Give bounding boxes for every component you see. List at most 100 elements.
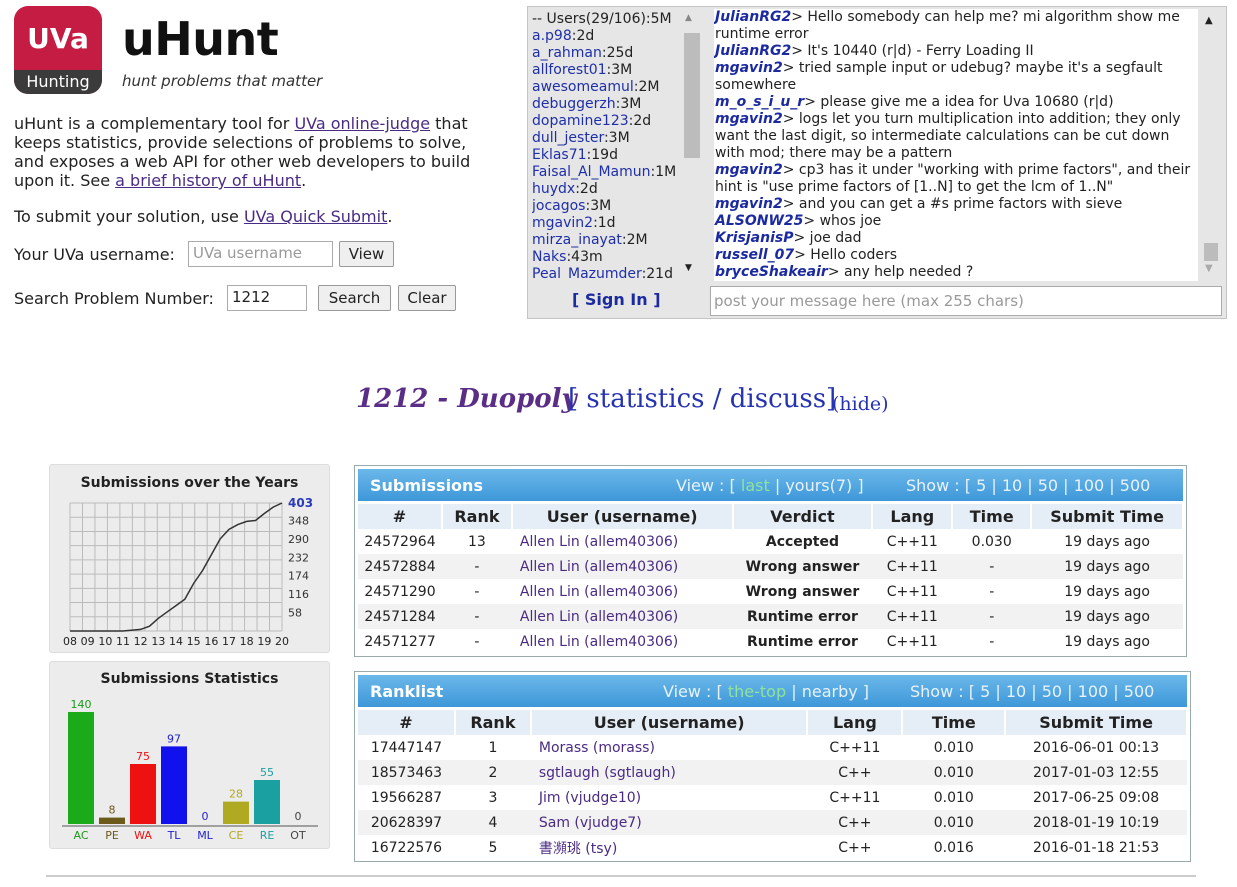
user-item[interactable]: dull_jester:3M xyxy=(532,130,702,147)
message-author[interactable]: JulianRG2 xyxy=(715,9,791,25)
user-name[interactable]: a.p98 xyxy=(532,28,572,44)
user-link[interactable]: Sam (vjudge7) xyxy=(530,810,808,835)
user-link[interactable]: Allen Lin (allem40306) xyxy=(512,629,733,654)
user-name[interactable]: Eklas71 xyxy=(532,147,587,163)
column-header[interactable]: Rank xyxy=(441,504,513,529)
chat-users-list[interactable]: -- Users(29/106):5M a.p98:2d a_rahman:25d… xyxy=(532,11,702,279)
user-link[interactable]: Allen Lin (allem40306) xyxy=(511,604,733,629)
user-name[interactable]: debuggerzh xyxy=(532,96,616,112)
search-button[interactable]: Search xyxy=(318,285,391,311)
column-header[interactable]: Lang xyxy=(872,504,954,529)
user-item[interactable]: Peal_Mazumder:21d xyxy=(532,266,702,279)
column-header[interactable]: # xyxy=(358,504,443,529)
clear-button[interactable]: Clear xyxy=(398,285,456,311)
user-item[interactable]: dopamine123:2d xyxy=(532,113,702,130)
user-item[interactable]: debuggerzh:3M xyxy=(532,96,702,113)
user-item[interactable]: mgavin2:1d xyxy=(532,215,702,232)
problem-search-input[interactable]: 1212 xyxy=(227,285,307,311)
hide-link[interactable]: (hide) xyxy=(832,393,889,415)
show-option-100[interactable]: 100 xyxy=(1078,682,1109,701)
msg-scroll-up-icon[interactable]: ▲ xyxy=(1205,15,1213,26)
user-name[interactable]: huydx xyxy=(532,181,575,197)
column-header[interactable]: Time xyxy=(952,504,1033,529)
view-top-link[interactable]: the-top xyxy=(728,682,786,701)
user-link[interactable]: Morass (morass) xyxy=(531,735,808,760)
show-option-500[interactable]: 500 xyxy=(1120,476,1151,495)
show-option-100[interactable]: 100 xyxy=(1074,476,1105,495)
user-link[interactable]: Allen Lin (allem40306) xyxy=(512,579,733,604)
user-name[interactable]: a_rahman xyxy=(532,45,602,61)
scroll-up-icon[interactable]: ▲ xyxy=(685,13,692,23)
column-header[interactable]: User (username) xyxy=(511,504,734,529)
user-item[interactable]: Faisal_Al_Mamun:1M xyxy=(532,164,702,181)
column-header[interactable]: Submit Time xyxy=(1031,504,1184,529)
user-link[interactable]: sgtlaugh (sgtlaugh) xyxy=(530,760,808,785)
show-option-50[interactable]: 50 xyxy=(1042,682,1062,701)
user-name[interactable]: dull_jester xyxy=(532,130,604,146)
column-header[interactable]: Rank xyxy=(454,710,532,735)
view-button[interactable]: View xyxy=(339,241,394,267)
user-name[interactable]: mirza_inayat xyxy=(532,232,622,248)
uva-online-judge-link[interactable]: UVa online-judge xyxy=(294,114,430,133)
column-header[interactable]: Verdict xyxy=(732,504,874,529)
user-item[interactable]: Eklas71:19d xyxy=(532,147,702,164)
user-item[interactable]: a_rahman:25d xyxy=(532,45,702,62)
view-yours-link[interactable]: yours(7) xyxy=(785,476,852,495)
user-link[interactable]: Allen Lin (allem40306) xyxy=(512,529,733,554)
message-author[interactable]: ALSONW25 xyxy=(715,213,803,229)
view-last-link[interactable]: last xyxy=(741,476,770,495)
message-author[interactable]: mgavin2 xyxy=(715,111,783,127)
user-link[interactable]: Jim (vjudge10) xyxy=(531,785,808,810)
column-header[interactable]: User (username) xyxy=(530,710,809,735)
column-header[interactable]: Lang xyxy=(807,710,904,735)
message-author[interactable]: KrisjanisP xyxy=(715,230,794,246)
user-item[interactable]: mirza_inayat:2M xyxy=(532,232,702,249)
user-name[interactable]: awesomeamul xyxy=(532,79,634,95)
history-link[interactable]: a brief history of uHunt xyxy=(115,171,301,190)
user-item[interactable]: Naks:43m xyxy=(532,249,702,266)
show-option-50[interactable]: 50 xyxy=(1038,476,1058,495)
message-author[interactable]: m_o_s_i_u_r xyxy=(715,94,804,110)
user-link[interactable]: Allen Lin (allem40306) xyxy=(511,554,733,579)
column-header[interactable]: Time xyxy=(902,710,1007,735)
sign-in-link[interactable]: [ Sign In ] xyxy=(572,290,661,309)
users-scrollbar[interactable]: ▲ ▼ xyxy=(684,13,700,273)
message-author[interactable]: JulianRG2 xyxy=(715,43,791,59)
quick-submit-link[interactable]: UVa Quick Submit xyxy=(244,207,387,226)
message-author[interactable]: mgavin2 xyxy=(715,60,783,76)
message-author[interactable]: russell_07 xyxy=(715,247,794,263)
show-option-10[interactable]: 10 xyxy=(1006,682,1026,701)
msg-scroll-thumb[interactable] xyxy=(1204,243,1218,261)
user-item[interactable]: jocagos:3M xyxy=(532,198,702,215)
messages-scrollbar[interactable]: ▲ ▼ xyxy=(1202,11,1218,279)
user-name[interactable]: Naks xyxy=(532,249,566,265)
message-author[interactable]: mgavin2 xyxy=(715,196,783,212)
user-name[interactable]: jocagos xyxy=(532,198,585,214)
user-name[interactable]: dopamine123 xyxy=(532,113,629,129)
uva-hunting-logo[interactable]: UVa Hunting xyxy=(14,6,102,94)
show-option-5[interactable]: 5 xyxy=(980,682,990,701)
message-author[interactable]: mgavin2 xyxy=(715,162,783,178)
user-name[interactable]: Peal_Mazumder xyxy=(532,266,642,279)
show-option-5[interactable]: 5 xyxy=(976,476,986,495)
statistics-discuss-link[interactable]: [ statistics / discuss] xyxy=(568,384,836,414)
view-nearby-link[interactable]: nearby xyxy=(802,682,858,701)
column-header[interactable]: # xyxy=(358,710,456,735)
users-scroll-thumb[interactable] xyxy=(684,33,700,158)
user-item[interactable]: huydx:2d xyxy=(532,181,702,198)
username-input[interactable]: UVa username xyxy=(188,241,333,267)
column-header[interactable]: Submit Time xyxy=(1005,710,1188,735)
user-name[interactable]: allforest01 xyxy=(532,62,607,78)
message-author[interactable]: bryceShakeair xyxy=(715,264,828,280)
user-link[interactable]: 書瀕珧 (tsy) xyxy=(531,835,808,860)
user-item[interactable]: awesomeamul:2M xyxy=(532,79,702,96)
show-option-500[interactable]: 500 xyxy=(1124,682,1155,701)
user-item[interactable]: a.p98:2d xyxy=(532,28,702,45)
user-name[interactable]: mgavin2 xyxy=(532,215,593,231)
user-item[interactable]: allforest01:3M xyxy=(532,62,702,79)
user-name[interactable]: Faisal_Al_Mamun xyxy=(532,164,651,180)
chat-message-input[interactable]: post your message here (max 255 chars) xyxy=(710,286,1222,316)
show-option-10[interactable]: 10 xyxy=(1002,476,1022,495)
scroll-down-icon[interactable]: ▼ xyxy=(685,263,692,273)
msg-scroll-down-icon[interactable]: ▼ xyxy=(1205,263,1213,274)
